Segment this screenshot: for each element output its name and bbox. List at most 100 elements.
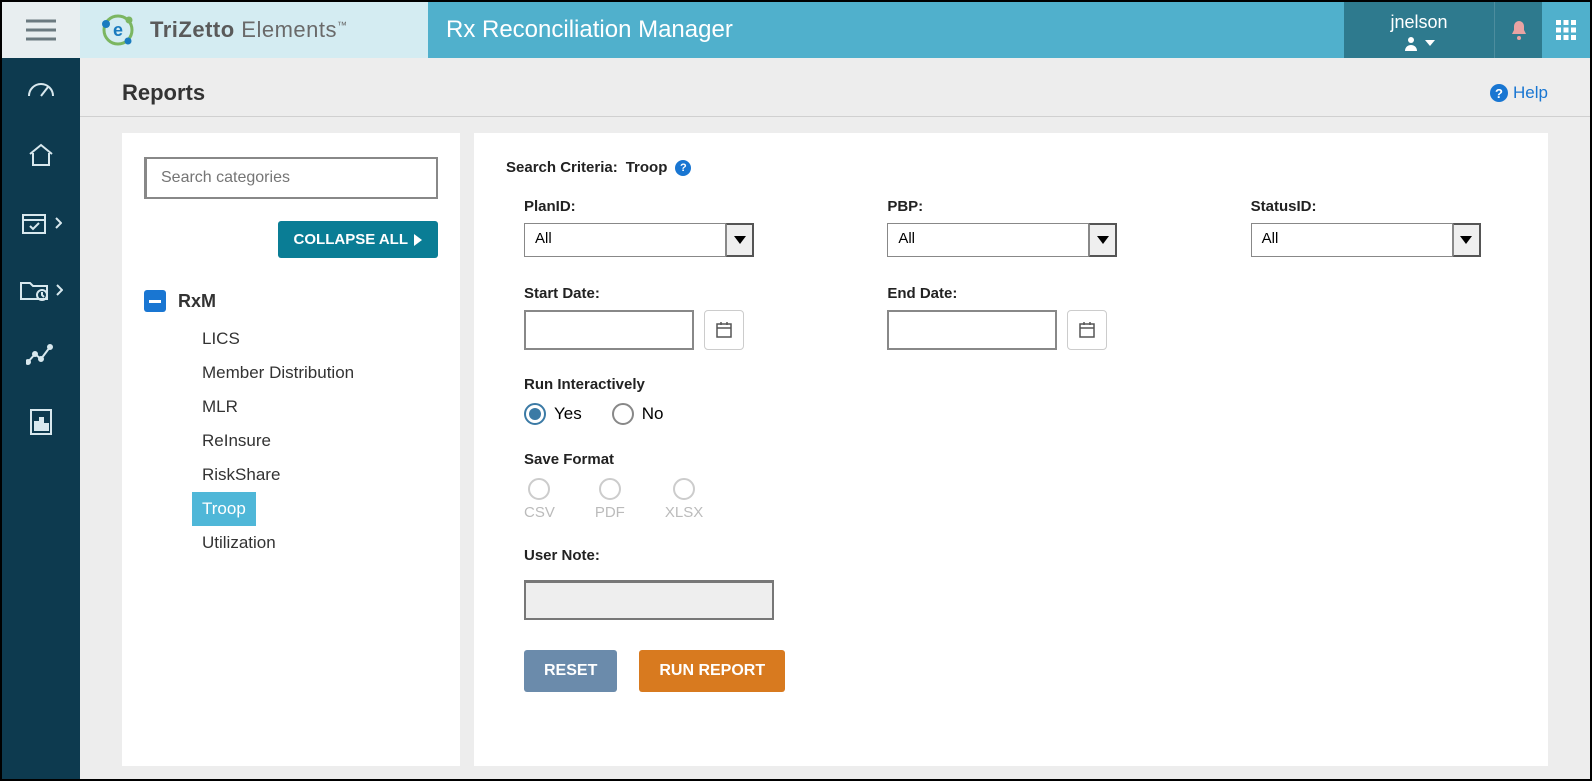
tree-leaf[interactable]: MLR (192, 390, 248, 424)
run-interactively-section: Run Interactively Yes No (524, 376, 1516, 425)
tree-leaf[interactable]: LICS (192, 322, 250, 356)
categories-panel: COLLAPSE ALL RxM LICSMember Distribution… (122, 133, 460, 766)
report-icon (28, 408, 54, 436)
search-categories-input[interactable] (144, 157, 438, 199)
nav-dashboard[interactable] (11, 78, 71, 100)
nav-analytics[interactable] (11, 344, 71, 366)
start-date-label: Start Date: (524, 285, 777, 302)
end-date-picker-button[interactable] (1067, 310, 1107, 350)
radio-icon (524, 403, 546, 425)
nav-calendar[interactable] (11, 210, 71, 236)
radio-icon (612, 403, 634, 425)
app-title: Rx Reconciliation Manager (428, 2, 1344, 58)
radio-label: Yes (554, 404, 582, 424)
pbp-label: PBP: (887, 198, 1140, 215)
planid-value: All (524, 223, 726, 257)
end-date-input[interactable] (887, 310, 1057, 350)
chevron-down-icon (734, 236, 746, 244)
brand-text: TriZetto Elements™ (150, 17, 348, 43)
radio-label: No (642, 404, 664, 424)
radio-label: XLSX (665, 504, 703, 521)
logo-icon: e (98, 10, 138, 50)
field-start-date: Start Date: (524, 285, 777, 350)
calendar-icon (1078, 321, 1096, 339)
user-menu[interactable]: jnelson (1344, 2, 1494, 58)
save-format-section: Save Format CSV PDF XLSX (524, 451, 1516, 521)
user-name-label: jnelson (1390, 12, 1447, 33)
dropdown-button[interactable] (726, 223, 754, 257)
format-csv-radio: CSV (524, 478, 555, 521)
pbp-select[interactable]: All (887, 223, 1117, 257)
format-xlsx-radio: XLSX (665, 478, 703, 521)
tree-leaf[interactable]: ReInsure (192, 424, 281, 458)
top-bar: e TriZetto Elements™ Rx Reconciliation M… (2, 2, 1590, 58)
bell-icon (1509, 19, 1529, 41)
start-date-picker-button[interactable] (704, 310, 744, 350)
nav-home[interactable] (11, 142, 71, 168)
chevron-right-icon (55, 284, 63, 296)
help-label: Help (1513, 83, 1548, 103)
nav-reports[interactable] (11, 408, 71, 436)
run-yes-radio[interactable]: Yes (524, 403, 582, 425)
user-icon (1403, 35, 1419, 51)
caret-right-icon (414, 234, 422, 246)
radio-icon (528, 478, 550, 500)
brand-logo: e TriZetto Elements™ (80, 2, 428, 58)
menu-toggle-button[interactable] (2, 2, 80, 58)
info-icon[interactable]: ? (675, 160, 691, 176)
dropdown-button[interactable] (1453, 223, 1481, 257)
run-no-radio[interactable]: No (612, 403, 664, 425)
line-chart-icon (26, 344, 56, 366)
main-content: Reports ? Help COLLAPSE ALL RxM (80, 58, 1590, 779)
field-pbp: PBP: All (887, 198, 1140, 257)
end-date-label: End Date: (887, 285, 1140, 302)
collapse-all-label: COLLAPSE ALL (294, 231, 408, 248)
tree-leaf[interactable]: Member Distribution (192, 356, 364, 390)
tree-leaf[interactable]: Troop (192, 492, 256, 526)
page-header: Reports ? Help (80, 58, 1590, 117)
tree-root-rxm[interactable]: RxM (144, 290, 438, 312)
notifications-button[interactable] (1494, 2, 1542, 58)
caret-down-icon (1425, 40, 1435, 46)
criteria-title: Search Criteria: Troop ? (506, 159, 1516, 176)
user-note-input[interactable] (524, 580, 774, 620)
hamburger-icon (26, 19, 56, 41)
save-format-label: Save Format (524, 451, 1516, 468)
home-icon (27, 142, 55, 168)
start-date-input[interactable] (524, 310, 694, 350)
chevron-down-icon (1460, 236, 1472, 244)
statusid-select[interactable]: All (1251, 223, 1481, 257)
collapse-all-button[interactable]: COLLAPSE ALL (278, 221, 438, 258)
user-note-label: User Note: (524, 547, 1516, 564)
help-link[interactable]: ? Help (1490, 83, 1548, 103)
radio-icon (673, 478, 695, 500)
dropdown-button[interactable] (1089, 223, 1117, 257)
chevron-down-icon (1097, 236, 1109, 244)
run-interactively-label: Run Interactively (524, 376, 1516, 393)
calendar-check-icon (20, 210, 48, 236)
planid-select[interactable]: All (524, 223, 754, 257)
nav-history[interactable] (11, 278, 71, 302)
chevron-right-icon (54, 217, 62, 229)
radio-label: PDF (595, 504, 625, 521)
user-note-section: User Note: (524, 547, 1516, 620)
run-report-button[interactable]: RUN REPORT (639, 650, 785, 692)
apps-grid-icon (1556, 20, 1576, 40)
tree-leaf[interactable]: RiskShare (192, 458, 290, 492)
svg-text:e: e (113, 20, 123, 40)
reset-button[interactable]: RESET (524, 650, 617, 692)
field-statusid: StatusID: All (1251, 198, 1504, 257)
tree-leaf[interactable]: Utilization (192, 526, 286, 560)
page-title: Reports (122, 80, 205, 106)
calendar-icon (715, 321, 733, 339)
apps-grid-button[interactable] (1542, 2, 1590, 58)
radio-icon (599, 478, 621, 500)
field-planid: PlanID: All (524, 198, 777, 257)
gauge-icon (26, 78, 56, 100)
tree-root-label: RxM (178, 291, 216, 312)
criteria-panel: Search Criteria: Troop ? PlanID: All (474, 133, 1548, 766)
statusid-label: StatusID: (1251, 198, 1504, 215)
help-icon: ? (1490, 84, 1508, 102)
pbp-value: All (887, 223, 1089, 257)
radio-label: CSV (524, 504, 555, 521)
